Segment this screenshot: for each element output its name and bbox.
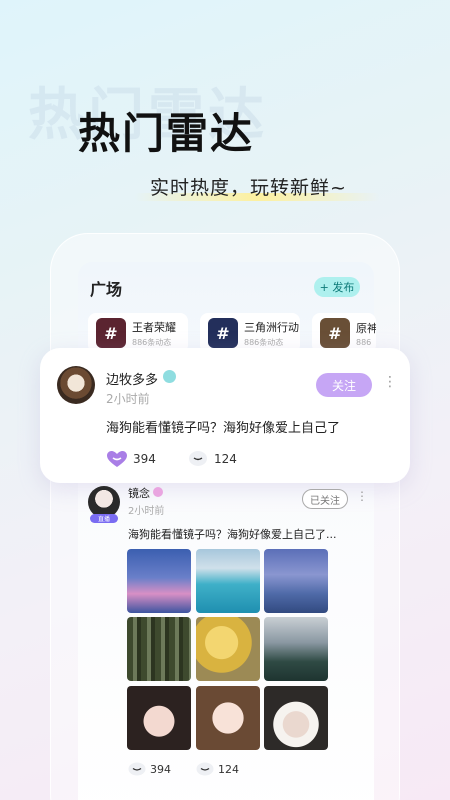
topic-card-genshin[interactable]: # 原神 886 (312, 313, 376, 353)
comment-icon[interactable] (196, 762, 214, 776)
avatar[interactable] (57, 366, 95, 404)
post-time: 2小时前 (128, 506, 165, 517)
post-photo-sunset-sea[interactable] (127, 549, 191, 613)
topic-image-hash-icon: # (320, 318, 350, 348)
publish-button[interactable]: + 发布 (314, 277, 360, 297)
topic-name: 原神 (356, 321, 376, 335)
post-photo-portrait[interactable] (196, 686, 260, 750)
topic-name: 王者荣耀 (132, 320, 176, 334)
post-photo-portrait[interactable] (264, 686, 328, 750)
topic-image-hash-icon: # (208, 318, 238, 348)
plaza-title: 广场 (90, 280, 123, 299)
comment-count: 124 (218, 763, 239, 776)
post-photo-forest[interactable] (127, 617, 191, 681)
post-time: 2小时前 (106, 392, 150, 406)
live-badge: 直播 (90, 514, 118, 523)
post-photo-coast[interactable] (196, 549, 260, 613)
comment-count: 124 (214, 452, 237, 466)
topic-card-honor-of-kings[interactable]: # 王者荣耀 886条动态 (88, 313, 188, 353)
comment-icon[interactable] (188, 450, 208, 468)
post-photo-portrait[interactable] (127, 686, 191, 750)
topic-card-delta-force[interactable]: # 三角洲行动 886条动态 (200, 313, 300, 353)
heart-icon[interactable] (106, 450, 128, 468)
heart-icon[interactable] (128, 762, 146, 776)
post-photo-golden-trees[interactable] (196, 617, 260, 681)
post-text[interactable]: 海狗能看懂镜子吗？海狗好像爱上自己了 (106, 417, 340, 436)
hero-title: 热门雷达 (78, 109, 255, 158)
post-photo-pier[interactable] (264, 549, 328, 613)
post-username[interactable]: 边牧多多 (106, 369, 158, 388)
verified-badge-icon (163, 370, 176, 383)
post-photo-mountain[interactable] (264, 617, 328, 681)
hero-subtitle: 实时热度，玩转新鲜~ (150, 177, 347, 199)
topic-name: 三角洲行动 (244, 320, 299, 334)
like-count: 394 (133, 452, 156, 466)
post-username[interactable]: 镜念 (128, 485, 150, 501)
follow-button[interactable]: 关注 (316, 373, 372, 397)
topic-image-hash-icon: # (96, 318, 126, 348)
topic-post-count: 886条动态 (244, 337, 284, 347)
like-count: 394 (150, 763, 171, 776)
followed-button[interactable]: 已关注 (302, 489, 348, 509)
topic-post-count: 886 (356, 337, 372, 347)
topic-post-count: 886条动态 (132, 337, 172, 347)
gender-badge-icon (153, 487, 163, 497)
post-text[interactable]: 海狗能看懂镜子吗？海狗好像爱上自己了... (128, 526, 337, 542)
more-options-icon[interactable]: ⋮ (383, 374, 397, 390)
more-options-icon[interactable]: ⋮ (356, 489, 368, 503)
